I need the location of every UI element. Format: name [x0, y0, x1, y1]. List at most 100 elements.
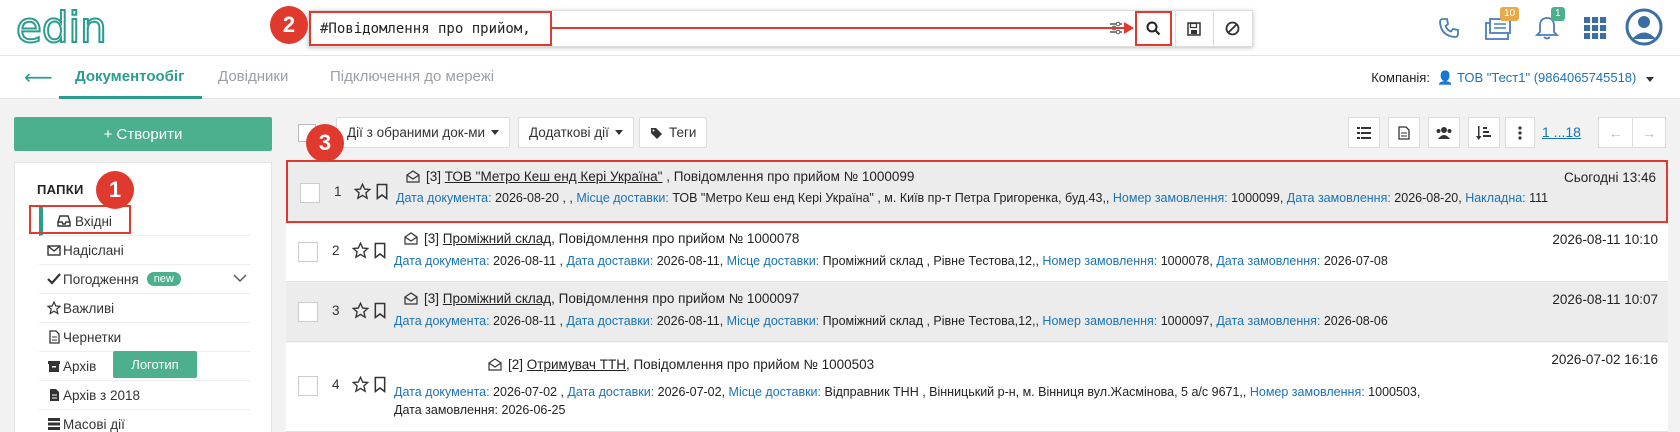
caret-down-icon — [614, 130, 623, 135]
more-options-button[interactable] — [1505, 117, 1535, 148]
next-page-button[interactable]: → — [1632, 117, 1666, 148]
document-details: Дата документа: 2026-08-20 , , Місце дос… — [396, 191, 1549, 205]
chevron-down-icon[interactable] — [233, 273, 247, 283]
folders-title: ПАПКИ — [37, 182, 84, 197]
document-title[interactable]: [2] Отримувач ТТН , Повідомлення про при… — [488, 357, 874, 372]
document-row-3[interactable]: 3 [3] Проміжний склад , Повідомлення про… — [286, 283, 1668, 342]
archive-icon — [48, 361, 60, 372]
sidebar-item-important[interactable]: Важливі — [39, 294, 251, 323]
document-date: 2026-08-11 10:10 — [1552, 232, 1658, 247]
document-row-1[interactable]: 1 [3] ТОВ "Метро Кеш енд Кері Україна" ,… — [286, 160, 1668, 223]
tab-directories[interactable]: Довідники — [218, 68, 288, 85]
sidebar-item-bulk-actions[interactable]: Масові дії — [39, 410, 251, 432]
folders-panel: ПАПКИ Вхідні Надіслані Погодження new Ва… — [14, 162, 272, 432]
group-view-button[interactable] — [1428, 117, 1460, 148]
row-number: 3 — [332, 303, 340, 318]
user-small-icon: 👤 — [1433, 70, 1454, 85]
star-icon[interactable] — [352, 242, 369, 259]
bulk-actions-button[interactable]: Дії з обраними док-ми — [336, 117, 511, 148]
document-party[interactable]: Проміжний склад — [443, 231, 551, 246]
top-header: edin #Повідомлення про прийом, 10 1 — [0, 0, 1680, 56]
main-nav: ⟵ Документообіг Довідники Підключення до… — [0, 56, 1680, 99]
active-tab-underline — [59, 96, 202, 99]
inbox-icon — [57, 215, 71, 227]
arrow-left-icon: ← — [1608, 124, 1623, 141]
star-icon[interactable] — [352, 302, 369, 319]
documents-count-badge: 10 — [1500, 7, 1520, 21]
tags-icon — [651, 127, 662, 139]
document-count: [3] — [426, 169, 442, 184]
document-details: Дата документа: 2026-07-02 , Дата достав… — [394, 385, 1421, 399]
row-checkbox[interactable] — [300, 183, 320, 203]
sort-button[interactable] — [1468, 117, 1500, 148]
document-title[interactable]: [3] ТОВ "Метро Кеш енд Кері Україна" , П… — [406, 169, 914, 184]
annotation-arrow-head — [1124, 22, 1134, 34]
bulk-actions-label: Дії з обраними док-ми — [347, 125, 486, 140]
row-checkbox[interactable] — [298, 242, 318, 262]
create-button[interactable]: + Створити — [14, 117, 272, 151]
sort-amount-icon — [1476, 125, 1491, 140]
documents-icon[interactable]: 10 — [1482, 7, 1520, 44]
edin-logo[interactable]: edin — [16, 8, 142, 48]
user-avatar-icon[interactable] — [1624, 7, 1664, 47]
document-party[interactable]: Проміжний склад — [443, 291, 551, 306]
apps-grid-icon[interactable] — [1580, 12, 1610, 44]
document-title[interactable]: [3] Проміжний склад , Повідомлення про п… — [404, 231, 799, 246]
document-row-4[interactable]: 4 [2] Отримувач ТТН , Повідомлення про п… — [286, 343, 1668, 432]
sidebar-item-inbox[interactable]: Вхідні — [39, 207, 251, 236]
sidebar-item-drafts[interactable]: Чернетки — [39, 323, 251, 352]
search-button[interactable] — [1135, 11, 1172, 46]
row-checkbox[interactable] — [298, 376, 318, 396]
clear-search-button[interactable] — [1213, 11, 1250, 46]
new-badge: new — [146, 272, 181, 286]
document-subject: , Повідомлення про прийом № 1000099 — [666, 169, 915, 184]
bookmark-icon[interactable] — [373, 302, 387, 319]
sidebar-item-approval[interactable]: Погодження new — [39, 265, 251, 294]
bookmark-icon[interactable] — [375, 183, 389, 200]
save-search-button[interactable] — [1175, 11, 1212, 46]
sidebar-item-label: Архів з 2018 — [63, 387, 141, 403]
sidebar-item-label: Масові дії — [63, 416, 125, 432]
document-view-button[interactable] — [1388, 117, 1420, 148]
bookmark-icon[interactable] — [373, 376, 387, 393]
phone-icon[interactable] — [1434, 12, 1464, 44]
row-checkbox[interactable] — [298, 302, 318, 322]
document-count: [2] — [508, 357, 524, 372]
sidebar-item-label: Погодження — [63, 271, 139, 287]
tags-button[interactable]: Теги — [639, 117, 708, 148]
document-row-2[interactable]: 2 [3] Проміжний склад , Повідомлення про… — [286, 224, 1668, 282]
bookmark-icon[interactable] — [373, 242, 387, 259]
star-icon[interactable] — [352, 376, 369, 393]
document-date: 2026-07-02 16:16 — [1551, 352, 1658, 367]
envelope-icon — [47, 245, 61, 256]
notifications-count-badge: 1 — [1551, 7, 1565, 21]
envelope-open-icon — [488, 358, 502, 371]
check-icon — [47, 273, 61, 285]
document-title[interactable]: [3] Проміжний склад , Повідомлення про п… — [404, 291, 799, 306]
sidebar-item-archive-2018[interactable]: Архів з 2018 — [39, 381, 251, 410]
company-label: Компанія: — [1371, 70, 1430, 85]
document-party[interactable]: Отримувач ТТН — [527, 357, 626, 372]
sidebar-item-sent[interactable]: Надіслані — [39, 236, 251, 265]
pagination-pages[interactable]: 1 ...18 — [1542, 124, 1581, 140]
list-view-button[interactable] — [1348, 117, 1380, 148]
callout-3: 3 — [306, 124, 344, 162]
document-count: [3] — [424, 231, 440, 246]
tab-network-connection[interactable]: Підключення до мережі — [330, 68, 494, 85]
envelope-open-icon — [404, 292, 418, 305]
document-subject: , Повідомлення про прийом № 1000503 — [625, 357, 875, 372]
arrow-right-icon: → — [1642, 124, 1656, 141]
company-selector[interactable]: Компанія: 👤 ТОВ "Тест1" (9864065745518) — [1371, 70, 1654, 86]
tab-document-flow[interactable]: Документообіг — [75, 68, 184, 85]
document-party[interactable]: ТОВ "Метро Кеш енд Кері Україна" — [445, 169, 663, 184]
star-icon[interactable] — [354, 183, 371, 200]
logo-tag-badge[interactable]: Логотип — [113, 351, 197, 378]
bell-icon[interactable]: 1 — [1532, 7, 1565, 44]
ban-icon — [1225, 21, 1239, 36]
extra-actions-button[interactable]: Додаткові дії — [518, 117, 634, 148]
file-text-icon — [1398, 125, 1410, 140]
envelope-open-icon — [404, 232, 418, 245]
prev-page-button[interactable]: ← — [1598, 117, 1632, 148]
sidebar-item-label: Надіслані — [63, 242, 124, 258]
back-arrow-icon[interactable]: ⟵ — [24, 65, 53, 90]
